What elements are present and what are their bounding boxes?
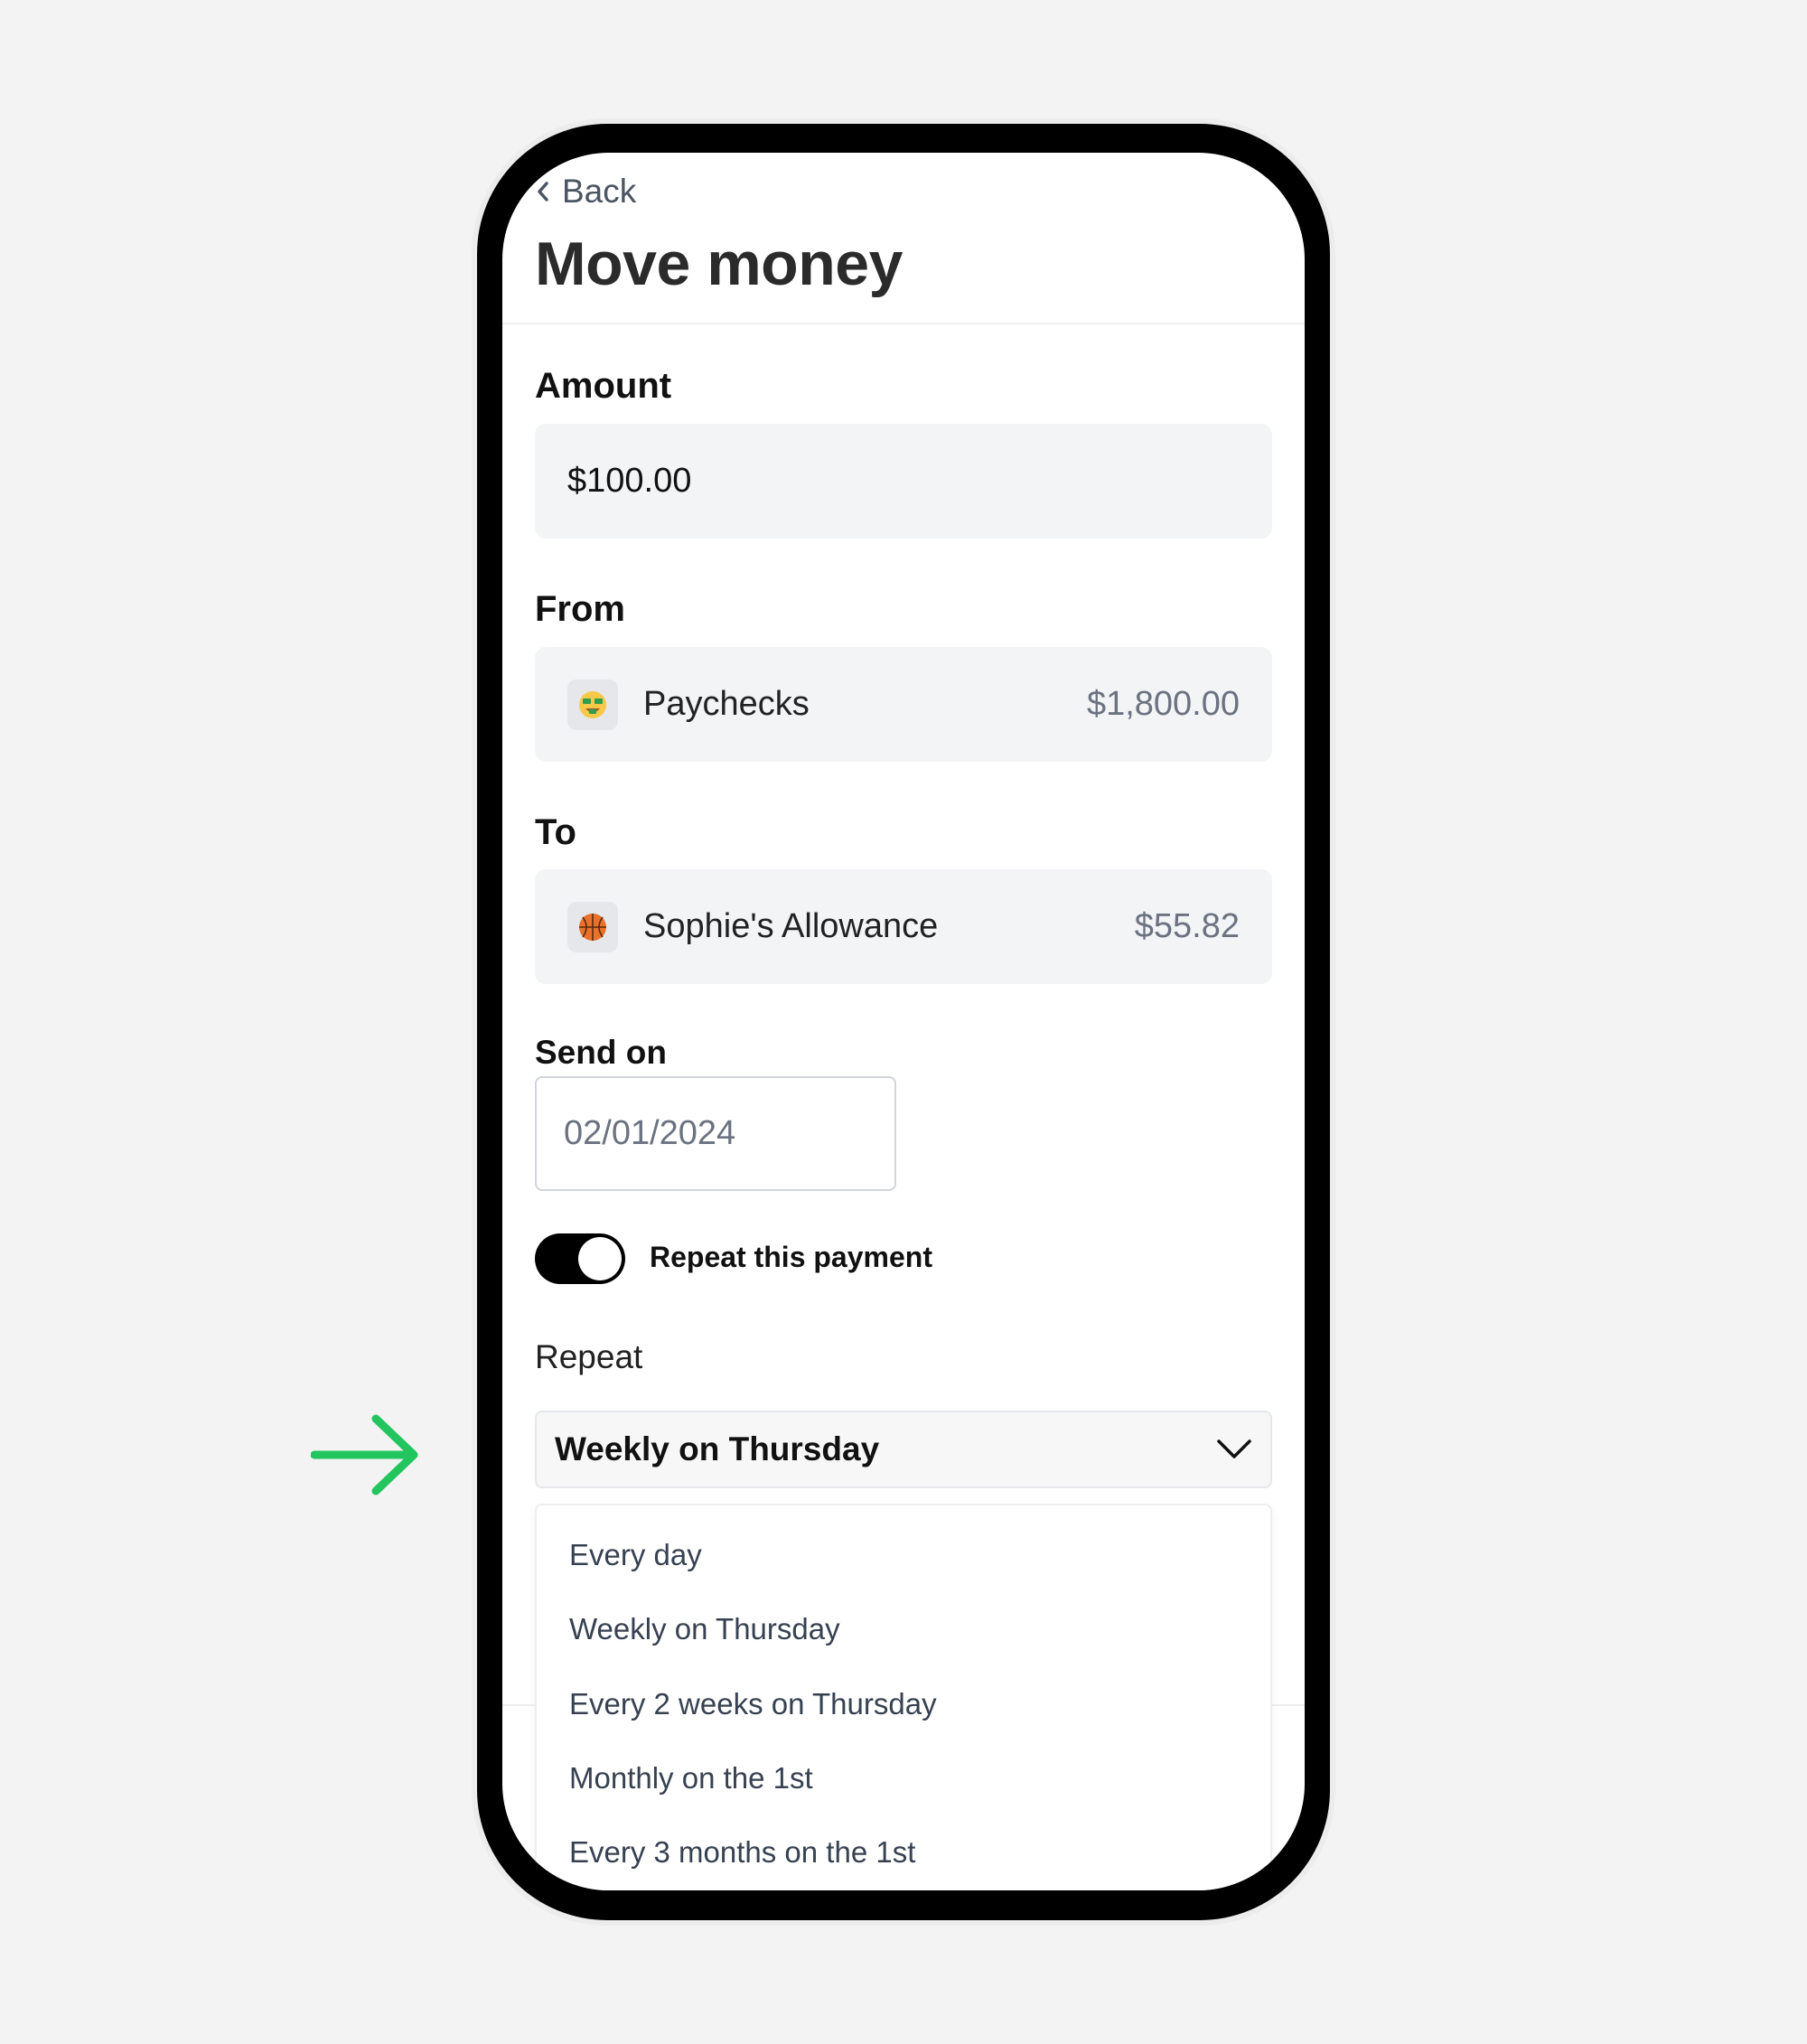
- amount-field[interactable]: [535, 424, 1272, 539]
- repeat-options-dropdown: Every day Weekly on Thursday Every 2 wee…: [535, 1504, 1272, 1890]
- repeat-payment-toggle[interactable]: [535, 1233, 625, 1284]
- to-account-name: Sophie's Allowance: [643, 907, 939, 945]
- repeat-selected-value: Weekly on Thursday: [555, 1430, 880, 1467]
- repeat-label: Repeat: [535, 1338, 643, 1375]
- to-account-balance: $55.82: [1134, 907, 1240, 945]
- phone-screen: Back Move money Amount From Paychecks $1…: [502, 153, 1305, 1890]
- send-on-date-input[interactable]: [564, 1114, 867, 1153]
- page-title: Move money: [535, 230, 903, 298]
- to-account-selector[interactable]: Sophie's Allowance $55.82: [535, 869, 1272, 984]
- chevron-down-icon: [1217, 1439, 1251, 1458]
- money-mouth-face-icon: [567, 679, 618, 730]
- repeat-option[interactable]: Weekly on Thursday: [569, 1612, 840, 1646]
- toggle-knob: [578, 1237, 622, 1280]
- back-button[interactable]: Back: [533, 173, 636, 211]
- to-label: To: [535, 812, 576, 852]
- repeat-option[interactable]: Every 2 weeks on Thursday: [569, 1687, 937, 1721]
- repeat-option[interactable]: Every day: [569, 1538, 702, 1572]
- repeat-option[interactable]: Every 3 months on the 1st: [569, 1835, 915, 1870]
- header-divider: [502, 323, 1305, 324]
- back-label: Back: [562, 173, 637, 210]
- send-on-label: Send on: [535, 1034, 667, 1071]
- arrow-right-icon: [311, 1414, 418, 1495]
- from-account-selector[interactable]: Paychecks $1,800.00: [535, 647, 1272, 762]
- from-label: From: [535, 589, 625, 629]
- repeat-payment-label: Repeat this payment: [650, 1241, 932, 1273]
- from-account-balance: $1,800.00: [1086, 685, 1240, 723]
- send-on-date-field[interactable]: [535, 1076, 896, 1191]
- amount-label: Amount: [535, 366, 672, 406]
- amount-input[interactable]: [567, 462, 1240, 501]
- basketball-icon: [567, 901, 618, 952]
- repeat-frequency-select[interactable]: Weekly on Thursday: [535, 1411, 1272, 1488]
- chevron-left-icon: [538, 182, 548, 202]
- repeat-option[interactable]: Monthly on the 1st: [569, 1761, 813, 1796]
- from-account-name: Paychecks: [643, 685, 810, 723]
